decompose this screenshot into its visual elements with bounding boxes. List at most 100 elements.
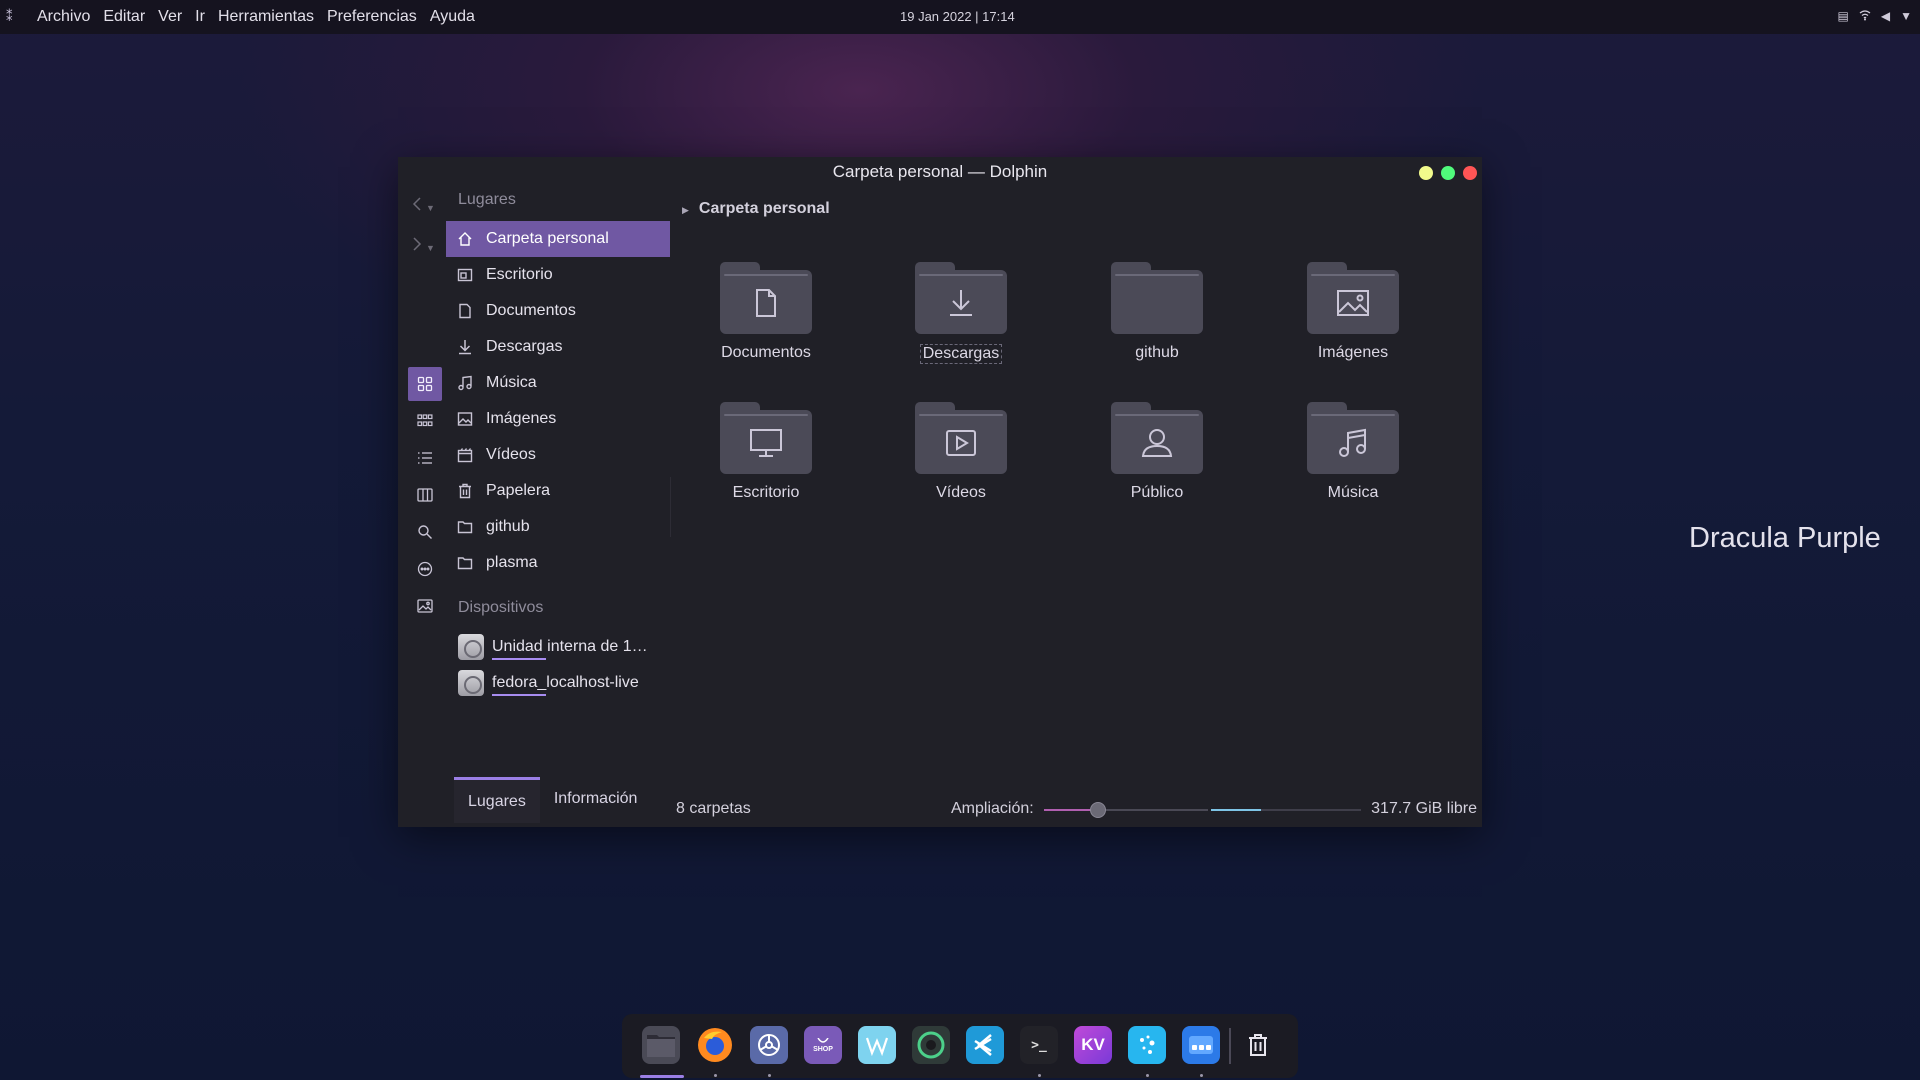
free-space-bar (1211, 809, 1361, 811)
menu-preferencias[interactable]: Preferencias (320, 8, 423, 26)
free-space-label: 317.7 GiB libre (1371, 800, 1477, 817)
folder-documentos[interactable]: Documentos (688, 262, 844, 382)
place-label: Escritorio (486, 266, 553, 283)
folder-imagenes[interactable]: Imágenes (1275, 262, 1431, 382)
minimize-button[interactable] (1419, 166, 1433, 180)
breadcrumb[interactable]: ▶ Carpeta personal (682, 200, 830, 218)
dolphin-window: Carpeta personal — Dolphin ▼ ▼ Lugares C… (398, 157, 1482, 827)
place-papelera[interactable]: Papelera (446, 473, 670, 509)
kv-icon[interactable]: KV (1074, 1026, 1112, 1064)
folder-label: Vídeos (936, 484, 986, 501)
discover-icon[interactable] (1128, 1026, 1166, 1064)
image-icon (456, 411, 474, 427)
place-label: Descargas (486, 338, 563, 355)
hard-drive-icon (458, 634, 484, 660)
firefox-icon[interactable] (696, 1026, 734, 1064)
place-plasma[interactable]: plasma (446, 545, 670, 581)
trash-icon[interactable] (1239, 1026, 1277, 1064)
places-section-title: Lugares (458, 191, 516, 208)
panel-icon[interactable] (1182, 1026, 1220, 1064)
running-indicator (1038, 1074, 1041, 1077)
close-button[interactable] (1463, 166, 1477, 180)
search-icon[interactable] (408, 515, 442, 549)
devices-section-title: Dispositivos (458, 599, 544, 616)
menu-editar[interactable]: Editar (96, 8, 151, 26)
menu-ver[interactable]: Ver (151, 8, 188, 26)
breadcrumb-item[interactable]: Carpeta personal (699, 200, 830, 217)
music-icon (1336, 427, 1370, 464)
breadcrumb-arrow-icon[interactable]: ▶ (682, 205, 689, 215)
details-view-button[interactable] (408, 441, 442, 475)
app-launcher-icon[interactable]: ⁑ (6, 9, 20, 25)
menu-ir[interactable]: Ir (188, 8, 211, 26)
wallpaper-caption: Dracula Purple (1689, 522, 1881, 554)
dock-separator (1229, 1028, 1231, 1064)
trash-icon (456, 483, 474, 499)
place-carpeta-personal[interactable]: Carpeta personal (446, 221, 670, 257)
forward-button[interactable]: ▼ (412, 237, 435, 256)
tab-informacion[interactable]: Información (540, 777, 652, 823)
terminal-icon[interactable]: >_ (1020, 1026, 1058, 1064)
forward-history-icon[interactable]: ▼ (426, 243, 435, 253)
window-title[interactable]: Carpeta personal — Dolphin (398, 157, 1482, 187)
folder-label: Música (1327, 484, 1379, 501)
place-musica[interactable]: Música (446, 365, 670, 401)
folder-descargas[interactable]: Descargas (883, 262, 1039, 382)
writer-icon[interactable] (858, 1026, 896, 1064)
split-view-button[interactable] (408, 478, 442, 512)
volume-icon[interactable]: ◀ (1881, 9, 1890, 24)
maximize-button[interactable] (1441, 166, 1455, 180)
download-icon (945, 287, 977, 324)
place-label: github (486, 518, 530, 535)
preview-icon[interactable] (408, 589, 442, 623)
clipboard-icon[interactable]: ▤ (1838, 9, 1849, 24)
place-github[interactable]: github (446, 509, 670, 545)
clock[interactable]: 19 Jan 2022 | 17:14 (900, 9, 1015, 24)
files-icon[interactable] (642, 1026, 680, 1064)
more-options-icon[interactable] (408, 552, 442, 586)
place-documentos[interactable]: Documentos (446, 293, 670, 329)
compact-view-button[interactable] (408, 404, 442, 438)
running-indicator (1200, 1074, 1203, 1077)
download-icon (456, 339, 474, 355)
vscode-icon[interactable] (966, 1026, 1004, 1064)
tab-lugares[interactable]: Lugares (454, 777, 540, 823)
desktop-icon (749, 428, 783, 463)
folder-label: github (1135, 344, 1179, 361)
place-label: Carpeta personal (486, 230, 609, 247)
status-text: 8 carpetas (676, 800, 751, 817)
folder-musica[interactable]: Música (1275, 402, 1431, 522)
folder-github[interactable]: github (1079, 262, 1235, 382)
folder-label: Público (1130, 484, 1184, 501)
system-tray: ▤ ◀ ▼ (1838, 9, 1912, 24)
zoom-slider[interactable] (1044, 802, 1208, 818)
view-mode-strip (408, 367, 442, 626)
running-indicator (714, 1074, 717, 1077)
back-button[interactable]: ▼ (412, 197, 435, 216)
folder-videos[interactable]: Vídeos (883, 402, 1039, 522)
panel-splitter[interactable] (670, 477, 671, 537)
back-history-icon[interactable]: ▼ (426, 203, 435, 213)
place-imagenes[interactable]: Imágenes (446, 401, 670, 437)
hard-drive-icon (458, 670, 484, 696)
menu-herramientas[interactable]: Herramientas (211, 8, 320, 26)
tray-expand-icon[interactable]: ▼ (1900, 9, 1912, 24)
wifi-icon[interactable] (1859, 9, 1871, 24)
place-escritorio[interactable]: Escritorio (446, 257, 670, 293)
top-panel: ⁑ Archivo Editar Ver Ir Herramientas Pre… (0, 0, 1920, 34)
place-descargas[interactable]: Descargas (446, 329, 670, 365)
play-icon (944, 428, 978, 463)
menu-archivo[interactable]: Archivo (30, 8, 96, 26)
device-fedora-live[interactable]: fedora_localhost-live (446, 665, 670, 701)
folder-label: Imágenes (1317, 344, 1389, 361)
folder-escritorio[interactable]: Escritorio (688, 402, 844, 522)
icons-view-button[interactable] (408, 367, 442, 401)
camera-icon[interactable] (912, 1026, 950, 1064)
settings-icon[interactable] (750, 1026, 788, 1064)
folder-publico[interactable]: Público (1079, 402, 1235, 522)
zoom-slider-handle[interactable] (1090, 802, 1107, 818)
shop-icon[interactable]: SHOP (804, 1026, 842, 1064)
menu-ayuda[interactable]: Ayuda (423, 8, 481, 26)
place-videos[interactable]: Vídeos (446, 437, 670, 473)
device-internal-drive[interactable]: Unidad interna de 1… (446, 629, 670, 665)
